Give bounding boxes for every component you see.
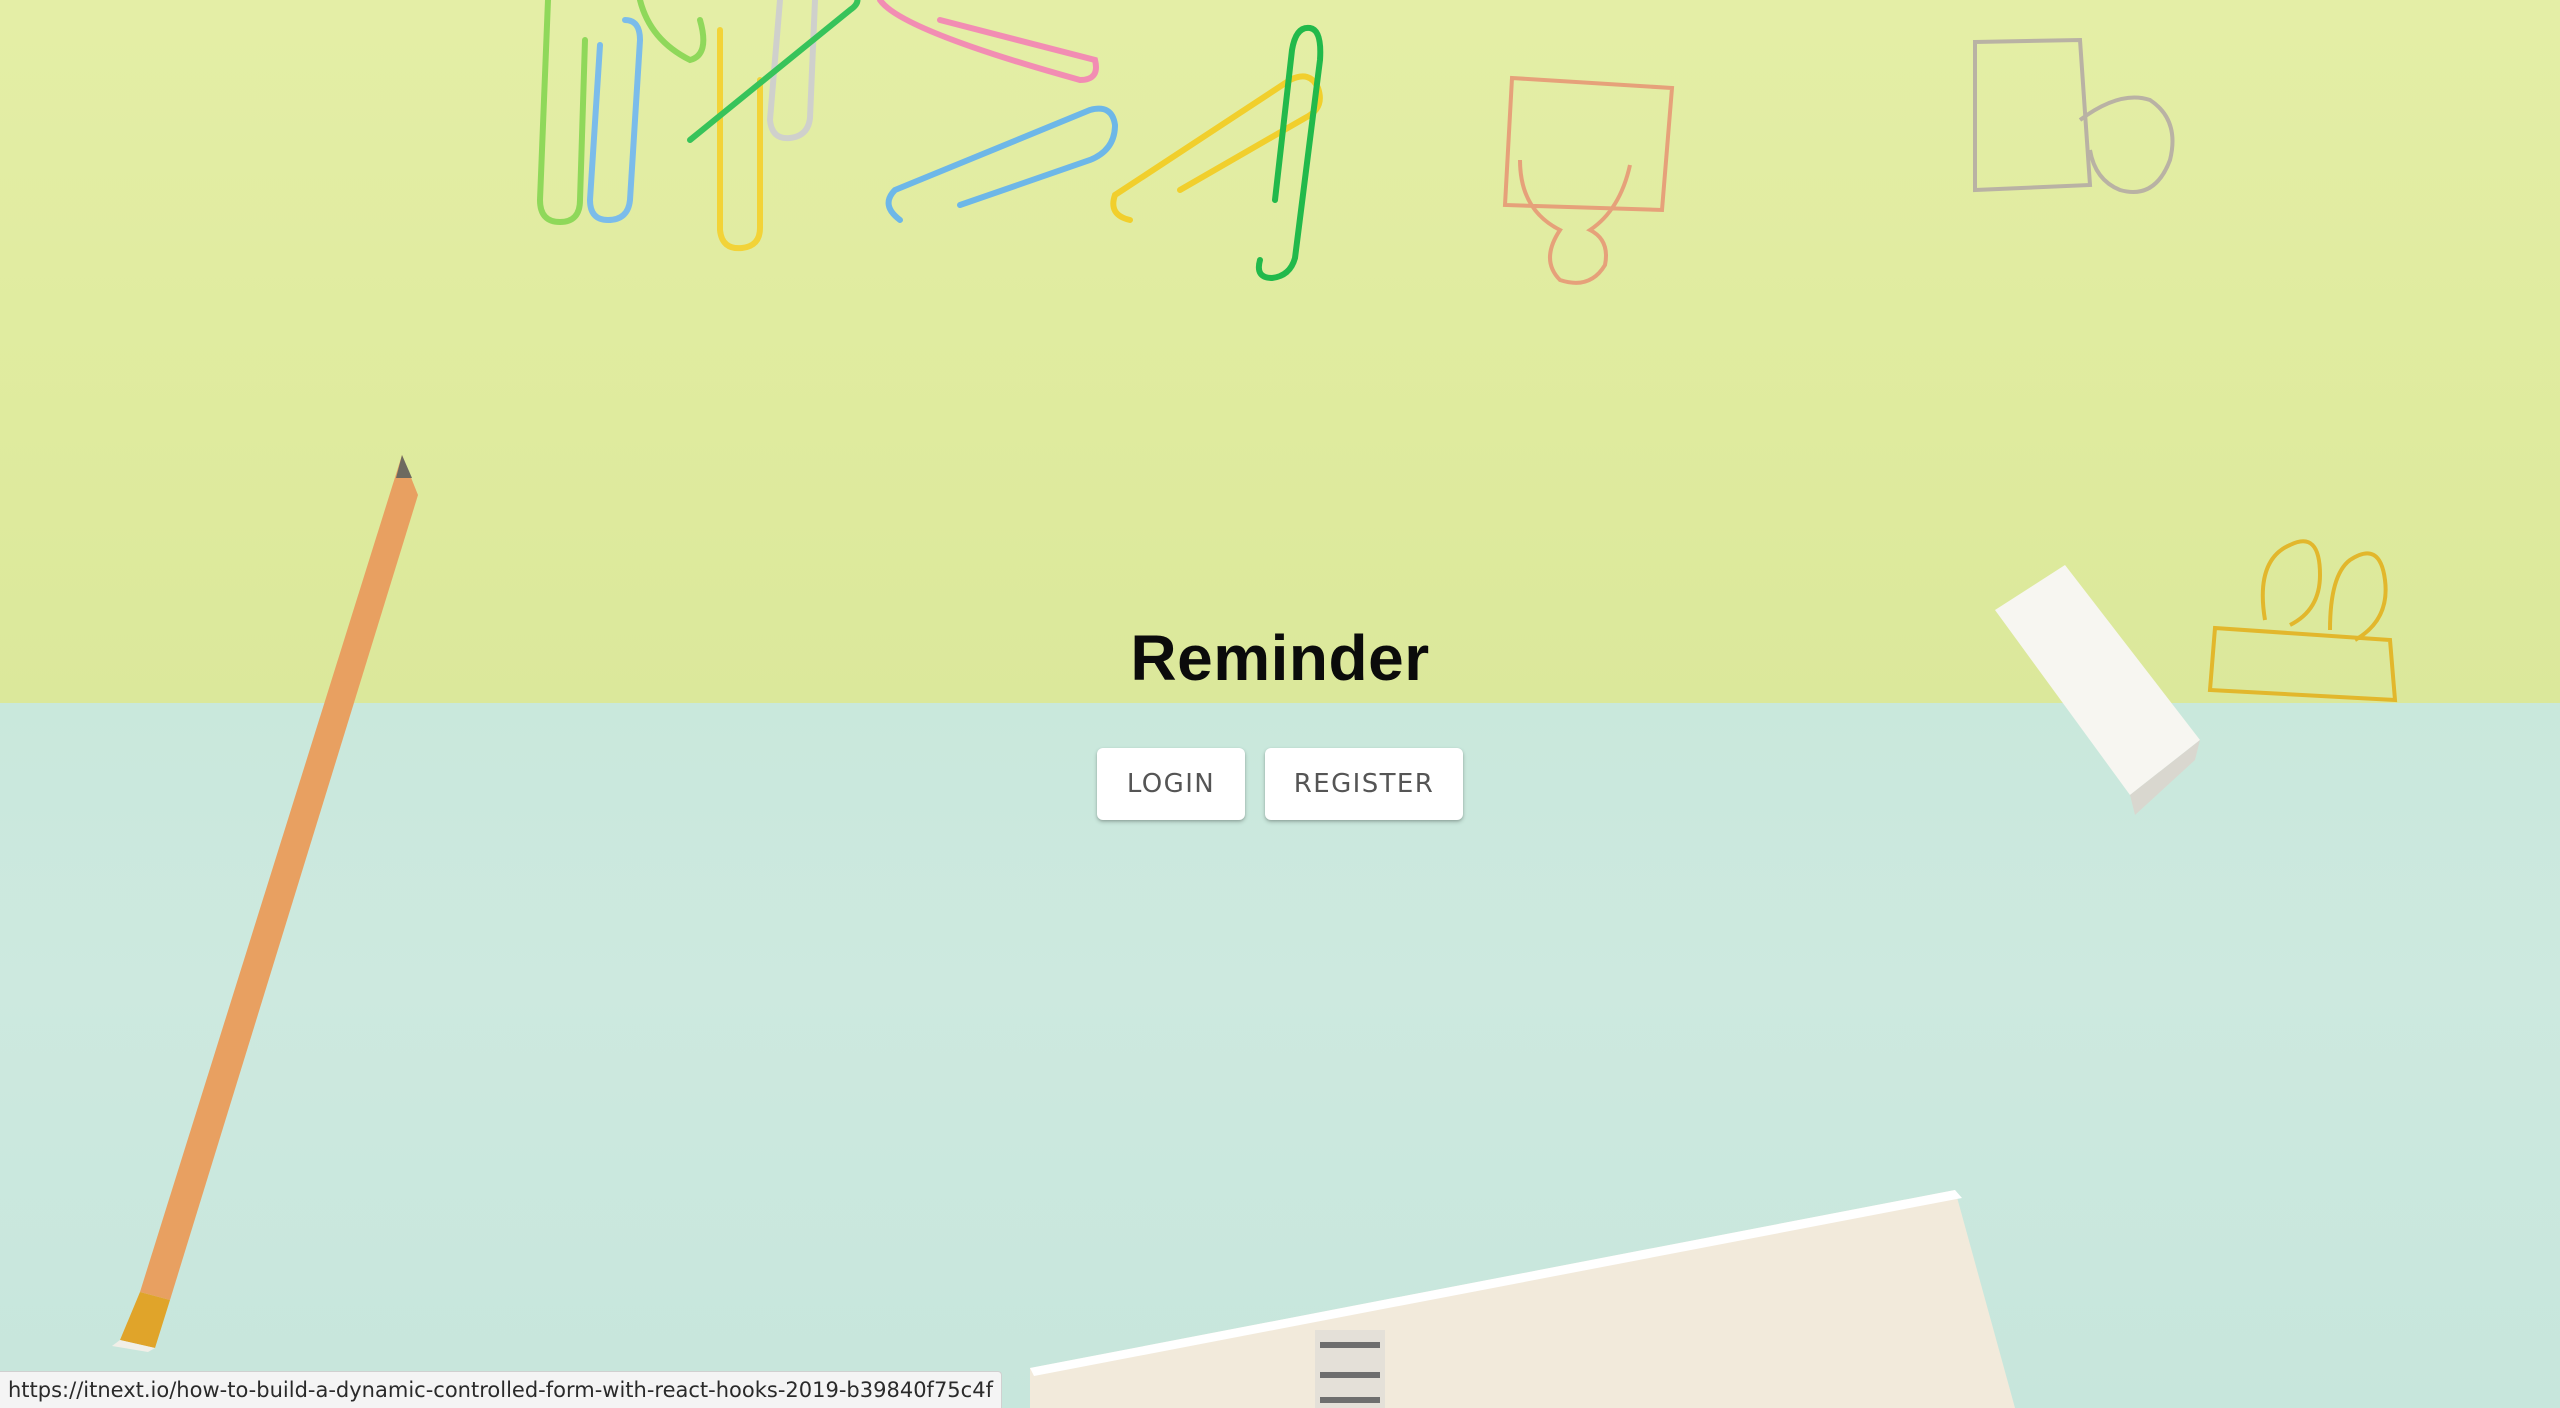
background-photo-decoration [112, 0, 2398, 1408]
pencil-image [112, 455, 418, 1352]
register-button[interactable]: REGISTER [1265, 748, 1463, 820]
login-button[interactable]: LOGIN [1097, 748, 1245, 820]
link-status-bar: https://itnext.io/how-to-build-a-dynamic… [0, 1371, 1002, 1408]
notebook-image [1030, 1190, 2015, 1408]
auth-actions: LOGIN REGISTER [0, 748, 2560, 820]
binder-clips-image [1502, 37, 2398, 703]
paper-clips-image [536, 0, 1324, 282]
app-title: Reminder [1130, 622, 1430, 694]
